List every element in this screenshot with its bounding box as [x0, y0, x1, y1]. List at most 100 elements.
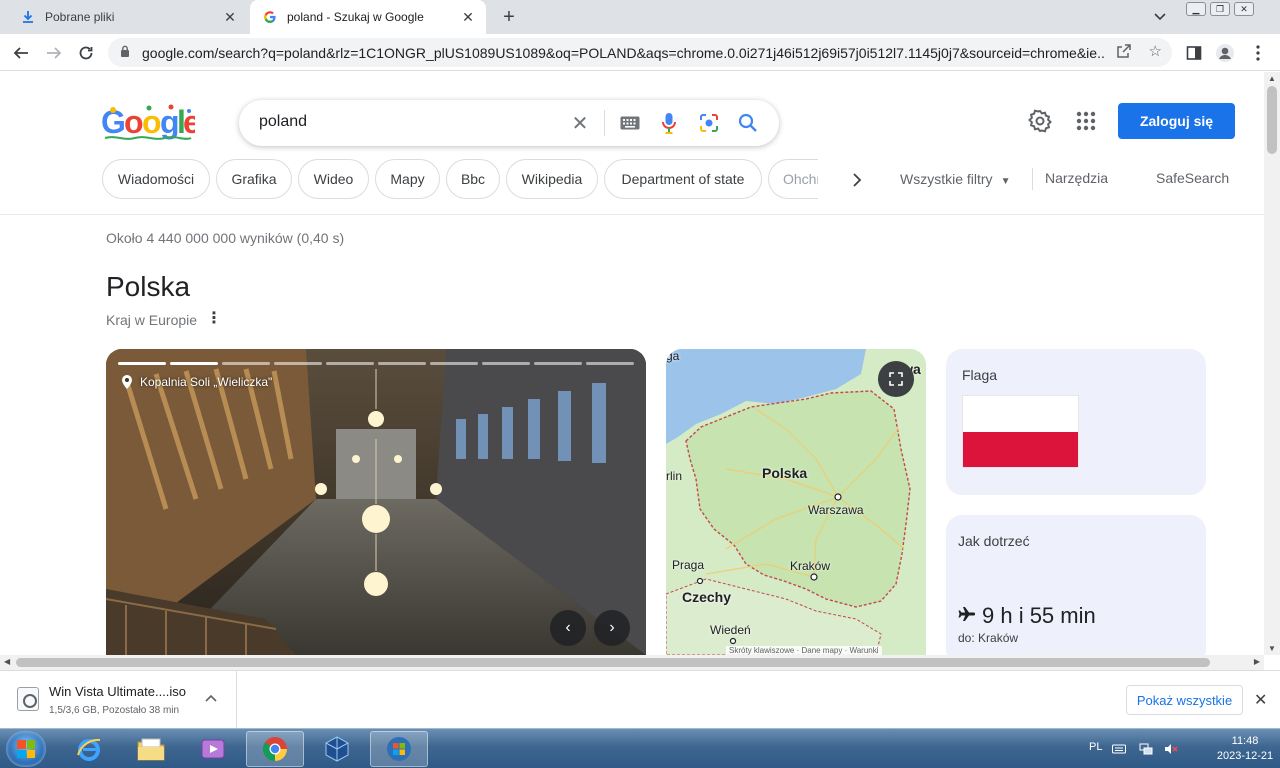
- maximize-button[interactable]: ❐: [1210, 2, 1230, 16]
- city-marker-prague: [696, 577, 704, 585]
- svg-text:o: o: [124, 104, 144, 140]
- carousel-prev-button[interactable]: ‹: [550, 610, 586, 646]
- google-results-page: G o o g l e poland ✕ Zaloguj się Wiadomo…: [0, 72, 1264, 655]
- tab-google-search[interactable]: poland - Szukaj w Google ✕: [250, 0, 486, 34]
- map-partial-label: ga: [666, 349, 680, 363]
- bookmark-star-icon[interactable]: ☆: [1149, 42, 1162, 60]
- scroll-left-icon[interactable]: ◀: [4, 657, 10, 666]
- close-icon[interactable]: ✕: [1254, 690, 1267, 710]
- carousel-progress-segment: [274, 362, 322, 365]
- header-divider: [0, 214, 1264, 215]
- new-tab-button[interactable]: +: [498, 6, 520, 28]
- url-text[interactable]: google.com/search?q=poland&rlz=1C1ONGR_p…: [142, 45, 1104, 61]
- flag-card[interactable]: Flaga: [946, 349, 1206, 495]
- network-icon[interactable]: [1139, 742, 1153, 755]
- caret-down-icon: ▼: [1000, 176, 1011, 187]
- microphone-icon[interactable]: [657, 111, 681, 135]
- photo-caption[interactable]: Kopalnia Soli „Wieliczka": [140, 375, 272, 389]
- windows-setup-icon[interactable]: [370, 731, 428, 767]
- show-all-downloads-button[interactable]: Pokaż wszystkie: [1126, 685, 1243, 715]
- chevron-up-icon[interactable]: [205, 691, 217, 705]
- lock-icon[interactable]: [120, 45, 130, 61]
- virtualbox-icon[interactable]: [308, 731, 366, 767]
- map-thumbnail[interactable]: ga rlin Litwa Polska Warszawa Kraków Pra…: [666, 349, 926, 655]
- tab-downloads[interactable]: Pobrane pliki ✕: [8, 0, 248, 34]
- download-item[interactable]: Win Vista Ultimate....iso 1,5/3,6 GB, Po…: [0, 671, 237, 729]
- result-stats: Około 4 440 000 000 wyników (0,40 s): [106, 230, 345, 246]
- photo-carousel[interactable]: Kopalnia Soli „Wieliczka" ‹ ›: [106, 349, 646, 655]
- browser-toolbar: google.com/search?q=poland&rlz=1C1ONGR_p…: [0, 34, 1280, 71]
- chevron-down-icon[interactable]: [1150, 8, 1170, 26]
- travel-card[interactable]: Jak dotrzeć 9 h i 55 min do: Kraków: [946, 515, 1206, 655]
- poland-flag-image: [962, 395, 1079, 468]
- scroll-down-icon[interactable]: ▼: [1268, 644, 1276, 653]
- more-menu-icon[interactable]: [1246, 41, 1270, 65]
- map-credits[interactable]: Skróty klawiszowe · Dane mapy · Warunki: [726, 646, 882, 655]
- close-icon[interactable]: ✕: [458, 7, 478, 27]
- settings-gear-icon[interactable]: [1028, 109, 1052, 133]
- keyboard-icon[interactable]: [618, 111, 642, 135]
- tab-strip: Pobrane pliki ✕ poland - Szukaj w Google…: [0, 0, 1280, 34]
- carousel-next-button[interactable]: ›: [594, 610, 630, 646]
- profile-avatar-icon[interactable]: [1213, 41, 1237, 65]
- flag-stripe-white: [963, 396, 1078, 432]
- vertical-scrollbar[interactable]: ▲ ▼: [1264, 72, 1280, 655]
- tools-button[interactable]: Narzędzia: [1045, 170, 1108, 186]
- back-button[interactable]: [9, 41, 33, 65]
- scrollbar-thumb[interactable]: [1267, 86, 1277, 154]
- more-options-icon[interactable]: ⋮: [206, 310, 222, 328]
- chevron-right-icon[interactable]: [846, 169, 868, 191]
- google-lens-icon[interactable]: [697, 111, 721, 135]
- download-shelf: Win Vista Ultimate....iso 1,5/3,6 GB, Po…: [0, 670, 1280, 729]
- media-player-icon[interactable]: [184, 731, 242, 767]
- map-label-czechia: Czechy: [682, 589, 732, 605]
- chip-news[interactable]: Wiadomości: [102, 159, 210, 199]
- side-panel-icon[interactable]: [1182, 41, 1206, 65]
- chip-images[interactable]: Grafika: [216, 159, 292, 199]
- search-input[interactable]: poland: [259, 113, 307, 131]
- explorer-folder-icon[interactable]: [122, 731, 180, 767]
- chip-maps[interactable]: Mapy: [375, 159, 440, 199]
- keyboard-tray-icon[interactable]: [1112, 742, 1126, 754]
- minimize-button[interactable]: ▁: [1186, 2, 1206, 16]
- google-apps-grid-icon[interactable]: [1074, 109, 1098, 133]
- volume-muted-icon[interactable]: [1164, 742, 1178, 754]
- chip-department-of-state[interactable]: Department of state: [604, 159, 762, 199]
- address-bar[interactable]: google.com/search?q=poland&rlz=1C1ONGR_p…: [108, 38, 1172, 67]
- chip-ohchr[interactable]: Ohchr: [768, 159, 818, 199]
- close-icon[interactable]: ✕: [220, 7, 240, 27]
- forward-button[interactable]: [42, 41, 66, 65]
- clock-date: 2023-12-21: [1216, 750, 1274, 762]
- horizontal-scrollbar[interactable]: ◀ ▶: [0, 655, 1264, 670]
- clock-time: 11:48: [1231, 735, 1259, 747]
- google-doodle-logo[interactable]: G o o g l e: [101, 102, 201, 142]
- language-indicator[interactable]: PL: [1089, 741, 1102, 753]
- safesearch-button[interactable]: SafeSearch: [1156, 170, 1229, 186]
- sign-in-button[interactable]: Zaloguj się: [1118, 103, 1235, 139]
- scrollbar-thumb[interactable]: [16, 658, 1210, 667]
- search-box[interactable]: poland ✕: [239, 100, 779, 146]
- reload-button[interactable]: [74, 41, 98, 65]
- chip-video[interactable]: Wideo: [298, 159, 369, 199]
- scroll-up-icon[interactable]: ▲: [1268, 74, 1276, 83]
- search-icon[interactable]: [736, 111, 760, 135]
- carousel-progress-segment: [430, 362, 478, 365]
- flag-stripe-red: [963, 431, 1078, 467]
- system-tray: PL 11:48 2023-12-21: [1080, 729, 1280, 768]
- chip-bbc[interactable]: Bbc: [446, 159, 500, 199]
- clear-search-icon[interactable]: ✕: [569, 112, 591, 135]
- chip-wikipedia[interactable]: Wikipedia: [506, 159, 598, 199]
- expand-map-icon[interactable]: [878, 361, 914, 397]
- all-filters-dropdown[interactable]: Wszystkie filtry ▼: [900, 171, 1010, 187]
- windows-taskbar: PL 11:48 2023-12-21: [0, 728, 1280, 768]
- carousel-progress-segment: [326, 362, 374, 365]
- internet-explorer-icon[interactable]: [60, 731, 118, 767]
- close-window-button[interactable]: ✕: [1234, 2, 1254, 16]
- tab-title: poland - Szukaj w Google: [287, 10, 424, 24]
- divider: [604, 110, 605, 136]
- system-clock[interactable]: 11:48 2023-12-21: [1215, 734, 1275, 764]
- share-icon[interactable]: [1116, 43, 1132, 62]
- chrome-icon[interactable]: [246, 731, 304, 767]
- scroll-right-icon[interactable]: ▶: [1254, 657, 1260, 666]
- start-button[interactable]: [6, 731, 46, 767]
